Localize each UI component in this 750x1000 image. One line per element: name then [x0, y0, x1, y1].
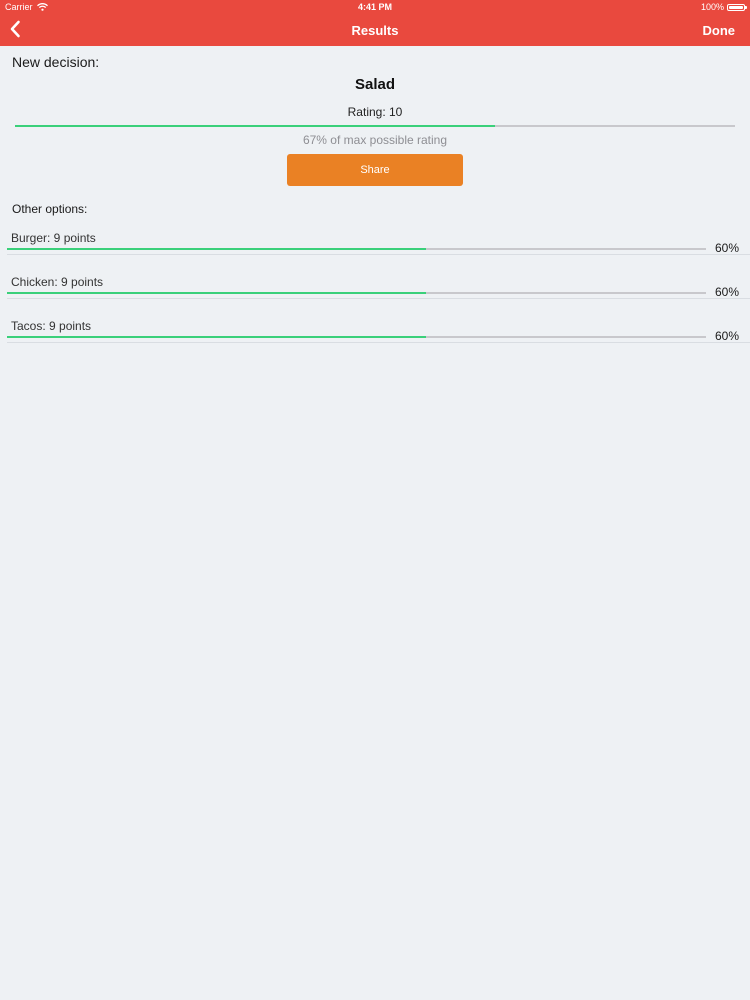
option-percent: 60% — [714, 241, 739, 255]
battery-percent: 100% — [700, 2, 724, 12]
option-progress-bar — [7, 292, 706, 294]
option-progress-bar — [7, 336, 706, 338]
page-title: Results — [351, 23, 399, 38]
option-row-burger: Burger: 9 points 60% — [0, 231, 750, 275]
new-decision-heading: New decision: — [12, 54, 100, 70]
winner-progress-bar — [15, 125, 735, 127]
status-bar-right: 100% — [700, 2, 747, 12]
row-divider — [7, 254, 750, 255]
option-label: Chicken: 9 points — [11, 275, 104, 289]
navigation-bar: Carrier 4:41 PM 100% Results Done — [0, 0, 750, 46]
option-progress-fill — [7, 248, 427, 250]
option-label: Tacos: 9 points — [11, 319, 92, 333]
option-progress-bar — [7, 248, 706, 250]
winner-caption: 67% of max possible rating — [302, 133, 448, 147]
option-row-chicken: Chicken: 9 points 60% — [0, 275, 750, 319]
status-time: 4:41 PM — [357, 2, 392, 12]
share-button[interactable]: Share — [287, 154, 463, 186]
other-options-heading: Other options: — [12, 202, 88, 216]
option-row-tacos: Tacos: 9 points 60% — [0, 319, 750, 363]
done-button[interactable]: Done — [703, 23, 736, 38]
option-percent: 60% — [714, 329, 739, 343]
option-progress-fill — [7, 336, 427, 338]
option-percent: 60% — [714, 285, 739, 299]
row-divider — [7, 342, 750, 343]
winner-rating: Rating: 10 — [347, 105, 403, 119]
winner-progress-fill — [15, 125, 496, 127]
option-label: Burger: 9 points — [11, 231, 96, 245]
option-progress-fill — [7, 292, 427, 294]
row-divider — [7, 298, 750, 299]
winner-name: Salad — [354, 76, 396, 93]
battery-icon — [727, 3, 747, 11]
